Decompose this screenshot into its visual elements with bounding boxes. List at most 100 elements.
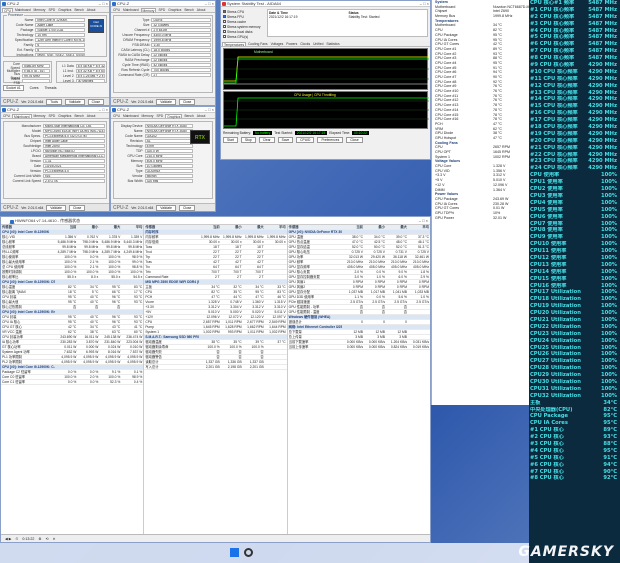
window-controls[interactable]: – □ × [205,107,214,113]
tab-cpuz4-3[interactable]: SPD [155,114,164,118]
settings-icon[interactable]: ⚙ [38,537,41,541]
close-x-icon[interactable]: ✕ [53,537,56,541]
validate-button[interactable]: Validate [156,204,176,211]
close-button[interactable]: Close [87,98,105,105]
tab-cpuz2-3[interactable]: SPD [157,8,166,12]
tab-cpuz2-2[interactable]: Memory [140,8,157,13]
overlay-row: CPU29 Utilization 100% [530,372,617,379]
tab-aida-5[interactable]: Unified [312,42,324,46]
title-bar[interactable]: CPU-Z – □ × [1,1,109,7]
title-bar[interactable]: CPU-Z – □ × [111,107,215,113]
battery-value: No battery [253,131,273,135]
tab-cpuz3-4[interactable]: Graphics [57,114,72,118]
prev-icon[interactable]: ◀ ▶ [5,537,12,541]
field-row: Memory 405.0 MHz [115,158,193,163]
checkbox-icon[interactable] [223,30,226,33]
tab-cpuz4-6[interactable]: About [196,114,207,118]
tools-button[interactable]: Tools [46,98,62,105]
checkbox-icon[interactable] [223,15,226,18]
overlay-row: #5 CPU 核心频率 5487 MHz [530,34,617,41]
tab-cpuz4-2[interactable]: Memory [141,114,155,118]
window-controls[interactable]: – □ × [205,1,214,7]
tab-aida-2[interactable]: Voltages [270,42,285,46]
window-controls[interactable]: – □ × [99,107,108,113]
start-icon[interactable] [230,548,239,557]
graph-tab-strip[interactable]: Temperatures Cooling Fans Voltages Powers Cl… [221,41,430,47]
validate-button[interactable]: Validate [64,98,85,105]
reset-icon[interactable]: ⟲ [46,537,49,541]
validate-button[interactable]: Validate [46,204,66,211]
tab-cpuz1-3[interactable]: SPD [47,8,56,12]
tab-cpuz4-1[interactable]: Mainboard [122,114,140,118]
tab-cpuz3-2[interactable]: Memory [33,114,47,118]
search-icon[interactable] [244,548,253,557]
tab-strip[interactable]: CPU Mainboard Memory SPD Graphics Bench About [111,113,215,119]
tab-aida-4[interactable]: Clocks [299,42,311,46]
tab-cpuz1-4[interactable]: Graphics [57,8,72,12]
tab-cpuz2-4[interactable]: Graphics [167,8,182,12]
overlay-row: #8 CPU 核心频率 5487 MHz [530,55,617,62]
aida-button-2[interactable]: Clear [258,137,275,143]
window-controls[interactable]: – □ × [99,1,108,7]
validate-button[interactable]: Validate [156,98,176,105]
tab-aida-3[interactable]: Powers [285,42,298,46]
overlay-row: #23 CPU 核心频率 4290 MHz [530,158,617,165]
tab-strip[interactable]: CPU Mainboard Memory SPD Graphics Bench About [111,7,215,13]
tab-cpuz3-6[interactable]: About [86,114,97,118]
hwinfo-app-icon [10,220,14,224]
stress-checkbox[interactable]: Stress system memory [223,24,267,29]
aida-button-3[interactable]: Save [277,137,294,143]
stress-checkbox[interactable]: Stress GPU(s) [223,34,267,39]
title-bar[interactable]: System Stability Test - AIDA64– □ × [221,1,430,7]
window-controls[interactable]: – □ × [420,1,429,7]
tab-aida-0[interactable]: Temperatures [222,42,247,47]
sensor-column-3[interactable]: 传感器 当前 最小 最大 平均 GPU [#0]: NVIDIA GeForce RTX … [287,225,430,534]
close-button[interactable]: Close [178,98,196,105]
checkbox-icon[interactable] [223,20,226,23]
sensor-row[interactable]: Core C1 驻留率 0.0 % 0.0 % 52.3 % 0.4 % [1,380,144,385]
tab-aida-1[interactable]: Cooling Fans [247,42,268,46]
close-button[interactable]: Close [68,204,86,211]
checkbox-icon[interactable] [223,10,226,13]
tab-cpuz1-6[interactable]: About [86,8,97,12]
sensor-row[interactable]: 当前上传速率 0.000 KB/s 0.000 KB/s 0.824 KB/s 0.01… [287,345,430,350]
sensor-row[interactable]: 写入总计 2,201 GB 2,198 GB 2,201 GB [144,365,287,370]
sensor-column-2[interactable]: 传感器 当前 最小 最大 平均 内存时序 内存频率 1,999.8 MHz 1,999.8 MH… [144,225,288,534]
tab-cpuz4-0[interactable]: CPU [112,114,121,118]
overlay-row: CPU23 Utilization 100% [530,330,617,337]
tab-cpuz3-5[interactable]: Bench [73,114,84,118]
tab-cpuz3-3[interactable]: SPD [47,114,56,118]
tab-cpuz2-6[interactable]: About [196,8,207,12]
aida-button-1[interactable]: Stop [240,137,256,143]
tab-cpuz2-0[interactable]: CPU [112,8,121,12]
tab-strip[interactable]: CPU Mainboard Memory SPD Graphics Bench About [1,113,109,119]
aida-button-0[interactable]: Start [223,137,238,143]
title-bar[interactable]: HWiNFO64 v7.14-4610 - 传感器状态 – □ × [1,217,430,225]
tab-aida-6[interactable]: Statistics [325,42,340,46]
cpu-usage-graph: CPU Usage | CPU Throttling [223,91,429,129]
title-bar[interactable]: CPU-Z – □ × [1,107,109,113]
title-bar[interactable]: CPU-Z – □ × [111,1,215,7]
tab-cpuz3-1[interactable]: Mainboard [11,114,32,119]
checkbox-icon[interactable] [223,25,226,28]
aida-button-5[interactable]: Preferences [317,137,344,143]
overlay-row: CPU8 使用率 100% [530,227,617,234]
tab-cpuz1-0[interactable]: CPU [2,8,13,13]
tab-cpuz4-5[interactable]: Bench [183,114,194,118]
tab-cpuz1-1[interactable]: Mainboard [14,8,32,12]
field-row: Ext. Family 6 [5,47,85,52]
aida-button-4[interactable]: CPUID [296,137,315,143]
aida-button-6[interactable]: Close [346,137,363,143]
tab-cpuz3-0[interactable]: CPU [2,114,11,118]
tab-cpuz1-2[interactable]: Memory [33,8,47,12]
tab-cpuz1-5[interactable]: Bench [73,8,84,12]
tab-cpuz2-1[interactable]: Mainboard [122,8,140,12]
socket-select[interactable]: Socket #1 [3,84,24,91]
tab-cpuz2-5[interactable]: Bench [183,8,194,12]
checkbox-icon[interactable] [223,35,226,38]
tab-cpuz4-4[interactable]: Graphics [165,114,183,119]
window-controls[interactable]: – □ × [419,217,428,225]
field-row: TDP 320.0 W [115,148,193,153]
close-button[interactable]: Close [178,204,196,211]
sensor-column-1[interactable]: 传感器 当前 最小 最大 平均 CPU [#0]: Intel Core i9-12900… [1,225,145,534]
